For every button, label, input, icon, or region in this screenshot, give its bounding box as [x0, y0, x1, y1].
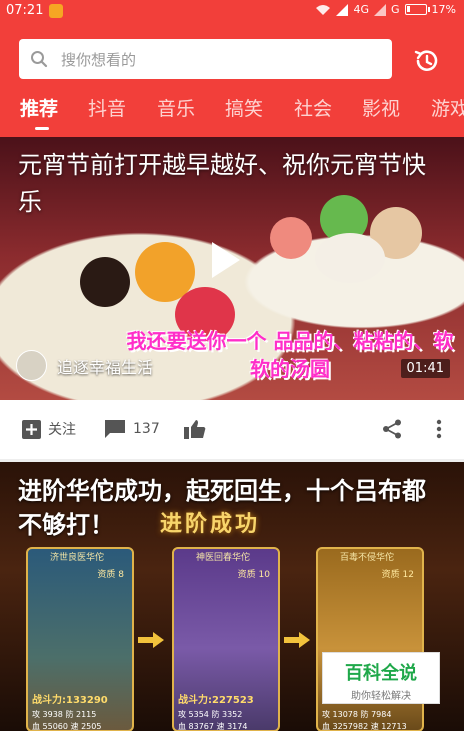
plus-square-icon — [22, 419, 41, 439]
game-card-power: 战斗力:227523 — [178, 695, 254, 706]
video-card[interactable]: 元宵节前打开越早越好、祝你元宵节快乐 我还要送你一个 品品的、粘粘的、软软的汤圆… — [0, 137, 464, 400]
game-card-quality: 资质 12 — [381, 570, 414, 580]
notification-icon — [49, 4, 63, 18]
battery-level — [406, 6, 410, 12]
game-card-stat: 攻 13078 防 7984 — [322, 710, 392, 719]
battery-percent: 17% — [431, 3, 456, 16]
game-card-name: 济世良医华佗 — [50, 553, 105, 563]
game-card-quality: 资质 10 — [237, 570, 270, 580]
play-icon[interactable] — [212, 242, 240, 278]
tangyuan-white — [315, 233, 385, 283]
game-card-name: 神医回春华佗 — [196, 553, 251, 563]
share-icon — [383, 419, 401, 439]
thumbs-up-icon — [184, 420, 206, 439]
status-time: 07:21 — [6, 3, 44, 18]
more-vertical-icon — [436, 419, 442, 439]
game-card-1: 济世良医华佗 资质 8 战斗力:133290 攻 3938 防 2115 血 5… — [26, 547, 134, 731]
header: 搜你想看的 推荐 抖音 音乐 搞笑 社会 影视 游戏 — [0, 22, 464, 137]
arrow-right-icon — [284, 632, 310, 648]
search-placeholder: 搜你想看的 — [61, 51, 137, 69]
follow-button[interactable]: 关注 — [22, 419, 76, 439]
signal-icon-2 — [374, 3, 387, 16]
author[interactable]: 追逐幸福生活 — [16, 350, 153, 381]
tangyuan-pink — [270, 217, 312, 259]
tab-society[interactable]: 社会 — [294, 94, 332, 121]
watermark-subtitle: 助你轻松解决 — [351, 691, 411, 702]
share-button[interactable] — [382, 419, 402, 439]
tab-music[interactable]: 音乐 — [157, 94, 195, 121]
game-card-stat: 血 55060 速 2505 — [32, 722, 102, 731]
tab-recommend[interactable]: 推荐 — [20, 94, 58, 121]
game-card-stats: 攻 5354 防 3352 血 83767 速 3174 — [178, 709, 248, 731]
avatar[interactable] — [16, 350, 47, 381]
game-card-2: 神医回春华佗 资质 10 战斗力:227523 攻 5354 防 3352 血 … — [172, 547, 280, 731]
game-card-stat: 血 83767 速 3174 — [178, 722, 248, 731]
video-title: 元宵节前打开越早越好、祝你元宵节快乐 — [18, 151, 426, 216]
action-bar: 关注 137 — [0, 400, 464, 460]
status-bar: 07:21 4G G 17% — [0, 0, 464, 22]
game-card-power: 战斗力:133290 — [32, 695, 108, 706]
comment-icon — [105, 420, 125, 438]
game-banner: 进阶成功 — [160, 512, 261, 537]
author-name[interactable]: 追逐幸福生活 — [57, 354, 153, 378]
carrier-signal: G — [391, 3, 400, 16]
search-input[interactable]: 搜你想看的 — [19, 39, 392, 79]
tab-funny[interactable]: 搞笑 — [225, 94, 263, 121]
game-card-name: 百毒不侵华佗 — [340, 553, 395, 563]
video-duration: 01:41 — [400, 359, 450, 378]
game-card-stats: 攻 3938 防 2115 血 55060 速 2505 — [32, 709, 102, 731]
tab-games[interactable]: 游戏 — [431, 94, 464, 121]
tab-indicator — [35, 127, 49, 130]
tangyuan-dark — [80, 257, 130, 307]
signal-icon — [336, 3, 349, 16]
status-indicators: 4G G 17% — [315, 3, 456, 16]
more-button[interactable] — [436, 419, 442, 439]
history-icon[interactable] — [412, 46, 442, 76]
follow-label: 关注 — [48, 422, 76, 438]
watermark-badge: 百科全说 助你轻松解决 — [322, 652, 440, 704]
game-card-quality: 资质 8 — [97, 570, 124, 580]
game-card-stats: 攻 13078 防 7984 血 3257982 速 12713 — [322, 709, 407, 731]
game-card-stat: 攻 5354 防 3352 — [178, 710, 243, 719]
watermark-title: 百科全说 — [345, 663, 417, 684]
network-type: 4G — [353, 3, 370, 16]
tab-movies[interactable]: 影视 — [362, 94, 400, 121]
comment-count: 137 — [133, 421, 160, 437]
wifi-icon — [316, 4, 331, 15]
battery-icon — [404, 4, 430, 15]
like-button[interactable] — [184, 419, 206, 439]
comment-button[interactable]: 137 — [104, 419, 160, 439]
category-tabs: 推荐 抖音 音乐 搞笑 社会 影视 游戏 — [0, 94, 464, 130]
tab-douyin[interactable]: 抖音 — [88, 94, 126, 121]
game-card-stat: 攻 3938 防 2115 — [32, 710, 97, 719]
arrow-right-icon — [138, 632, 164, 648]
game-card-stat: 血 3257982 速 12713 — [322, 722, 407, 731]
search-icon — [31, 51, 48, 68]
